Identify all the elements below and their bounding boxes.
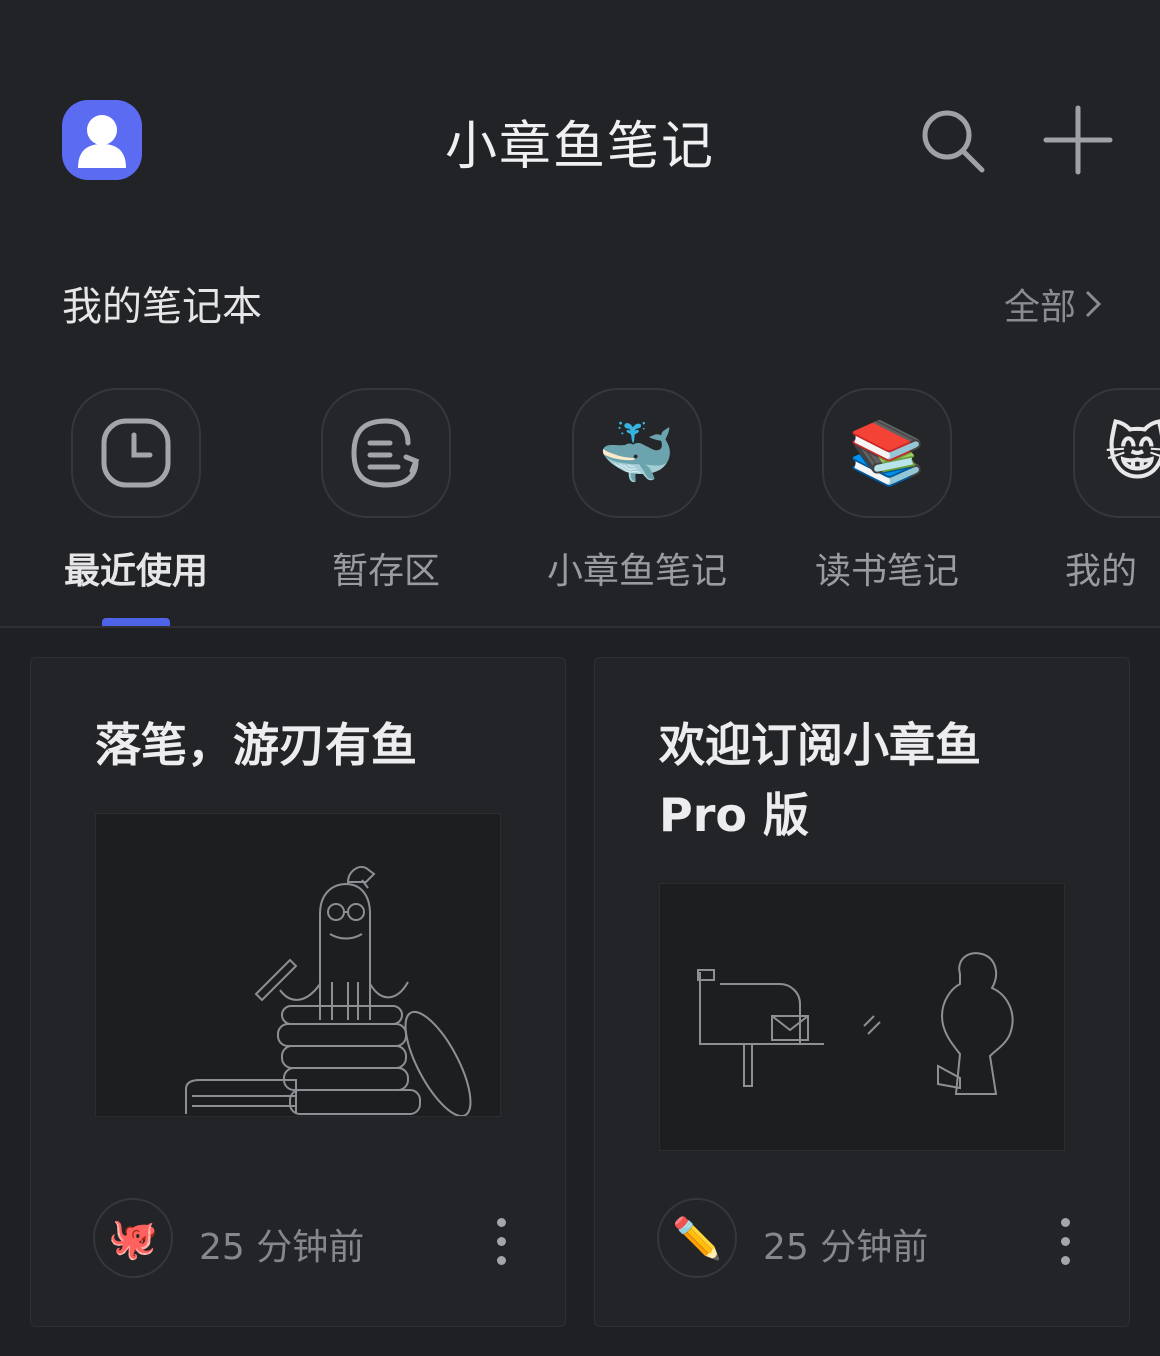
clock-icon [71, 388, 201, 518]
pencil-icon: ✏️ [657, 1198, 737, 1278]
active-tab-indicator [102, 618, 170, 626]
notebook-mine-partial[interactable]: 😸 我的 [1027, 388, 1160, 594]
notebook-label: 我的 [1065, 551, 1138, 592]
inbox-icon [321, 388, 451, 518]
note-footer: 🐙 25 分钟前 [93, 1198, 513, 1282]
note-title: 落笔，游刃有鱼 [95, 718, 417, 772]
note-footer: ✏️ 25 分钟前 [657, 1198, 1077, 1282]
notebook-reading-notes[interactable]: 📚 读书笔记 [777, 388, 997, 594]
whale-icon: 🐳 [572, 388, 702, 518]
notebook-label: 小章鱼笔记 [546, 551, 727, 592]
note-title: 欢迎订阅小章鱼 Pro 版 [659, 718, 981, 842]
notebook-label: 读书笔记 [814, 551, 959, 592]
note-timestamp: 25 分钟前 [199, 1227, 365, 1268]
notebooks-section-title: 我的笔记本 [62, 284, 262, 330]
app-title: 小章鱼笔记 [444, 117, 715, 177]
note-illustration-octopus [95, 813, 501, 1118]
octopus-icon: 🐙 [93, 1198, 173, 1278]
chevron-right-icon [1085, 290, 1102, 318]
notebook-octopus-notes[interactable]: 🐳 小章鱼笔记 [527, 388, 747, 594]
see-all-button[interactable]: 全部 [1004, 278, 1102, 330]
books-icon: 📚 [822, 388, 952, 518]
note-card[interactable]: 落笔，游刃有鱼 🐙 25 分钟前 [30, 657, 566, 1327]
note-timestamp: 25 分钟前 [763, 1227, 929, 1268]
note-card[interactable]: 欢迎订阅小章鱼 Pro 版 ✏️ 25 分钟前 [594, 657, 1130, 1327]
plus-icon[interactable] [1042, 104, 1114, 176]
note-illustration-mailbox [659, 883, 1065, 1151]
search-icon[interactable] [920, 108, 986, 174]
header-area: 小章鱼笔记 我的笔记本 全部 最近使用 暂存区 🐳 小章鱼笔记 📚 读书笔记 😸… [0, 0, 1160, 626]
divider [0, 626, 1160, 628]
more-options-icon[interactable] [1053, 1214, 1077, 1266]
see-all-label: 全部 [1004, 287, 1077, 328]
more-options-icon[interactable] [489, 1214, 513, 1266]
notebook-recent[interactable]: 最近使用 [26, 388, 246, 594]
notebook-inbox[interactable]: 暂存区 [276, 388, 496, 594]
notebook-label: 最近使用 [63, 551, 208, 592]
cat-icon: 😸 [1073, 388, 1160, 518]
notebook-label: 暂存区 [331, 551, 440, 592]
